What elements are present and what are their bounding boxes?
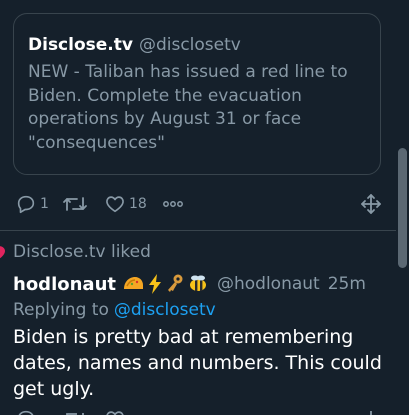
more-icon: [163, 201, 183, 207]
quoted-tweet-text: NEW - Taliban has issued a red line to B…: [28, 62, 348, 153]
tweet-actions: 1 18: [0, 190, 395, 218]
reply-icon: [17, 195, 35, 214]
timeline: Disclose.tv @disclosetv NEW - Taliban has…: [0, 0, 409, 415]
like-count: 18: [129, 196, 147, 212]
liked-heart-icon: [0, 246, 5, 259]
replying-to-label: Replying to: [13, 300, 109, 320]
quoted-author-name[interactable]: Disclose.tv: [28, 35, 133, 55]
retweet-icon: [63, 197, 87, 211]
retweet-icon[interactable]: [62, 408, 88, 415]
tweet-timestamp[interactable]: 25m: [328, 274, 366, 294]
like-button[interactable]: 18: [104, 190, 147, 218]
bee-icon: [189, 275, 206, 291]
replying-to-mention[interactable]: @disclosetv: [114, 300, 216, 320]
move-icon[interactable]: [359, 408, 383, 415]
reply-button[interactable]: 1: [15, 190, 49, 218]
taco-icon: [123, 277, 143, 289]
lightning-icon: [148, 274, 161, 294]
author-handle[interactable]: @hodlonaut: [217, 274, 320, 294]
more-options-button[interactable]: [162, 190, 184, 218]
tweet-text: Biden is pretty bad at remembering dates…: [13, 326, 382, 400]
author-name[interactable]: hodlonaut: [13, 274, 116, 295]
author-emoji-set: [122, 274, 209, 294]
quoted-tweet-header: Disclose.tv @disclosetv: [28, 34, 241, 56]
heart-icon: [106, 196, 124, 213]
scrollbar[interactable]: [396, 0, 409, 415]
reply-count: 1: [40, 196, 49, 212]
key-icon: [167, 274, 183, 292]
heart-icon[interactable]: [104, 408, 126, 415]
quoted-author-handle[interactable]: @disclosetv: [139, 35, 241, 55]
reply-tweet-actions: [0, 408, 395, 415]
reply-icon[interactable]: [15, 408, 37, 415]
move-icon: [361, 194, 381, 214]
replying-to: Replying to @disclosetv: [13, 300, 216, 320]
liked-by-text[interactable]: Disclose.tv liked: [13, 242, 151, 262]
tweet-divider: [0, 230, 396, 231]
retweet-button[interactable]: [62, 190, 91, 218]
scrollbar-thumb[interactable]: [398, 148, 407, 268]
drag-handle[interactable]: [359, 190, 383, 218]
tweet-header: hodlonaut @hodlonaut 25m: [13, 270, 366, 298]
quoted-tweet-card[interactable]: Disclose.tv @disclosetv NEW - Taliban has…: [13, 13, 381, 175]
